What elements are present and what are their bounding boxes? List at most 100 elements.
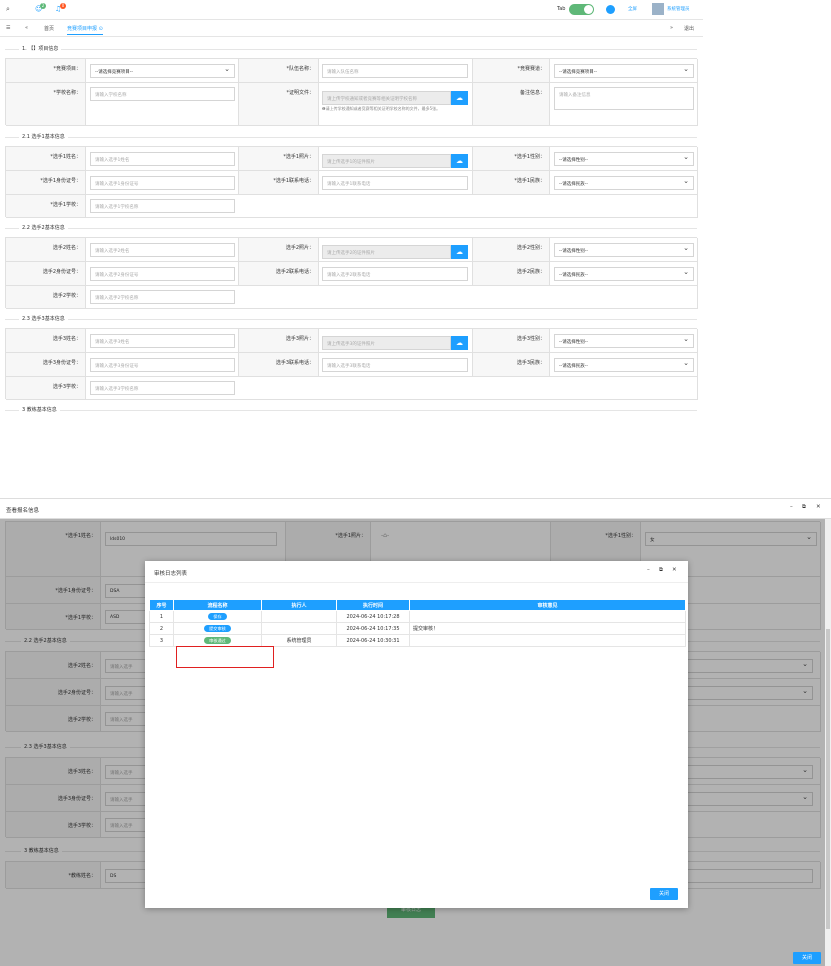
p2-photo-input[interactable]: 请上传选手2的证件照片 (322, 245, 451, 259)
section-title: 2.3 选手3基本信息 (19, 315, 68, 322)
upload-cloud-icon[interactable]: ☁ (451, 91, 468, 105)
proof-file-input[interactable]: 请上传学校通知或者竞赛等相关证明学校名称 (322, 91, 451, 105)
minimize-icon[interactable]: – (790, 504, 793, 510)
label-p2-gender: 选手2性别： (473, 238, 550, 262)
upload-cloud-icon[interactable]: ☁ (451, 154, 468, 168)
table-header-row: 序号 流程名称 执行人 执行时间 审核意见 (149, 599, 686, 611)
top-toolbar: ⌕ ☺ 2 ♫ 0 Tab 全屏 系统管理员 (0, 0, 703, 20)
fullscreen-link[interactable]: 全屏 (628, 6, 637, 12)
window-close-button[interactable]: 关闭 (793, 952, 821, 964)
cell-no: 2 (149, 622, 174, 635)
remark-textarea[interactable]: 请输入备注信息 (554, 87, 694, 110)
p3-gender-select[interactable]: --请选择性别-- (554, 334, 694, 348)
window-titlebar: 查看报名信息 – ⧉ ✕ (0, 499, 831, 519)
p3-school-input[interactable]: 请输入选手3学校名称 (90, 381, 235, 395)
search-icon[interactable]: ⌕ (6, 5, 10, 14)
p2-phone-input[interactable]: 请输入选手2联系电话 (322, 267, 468, 281)
competition-select[interactable]: --请选择竞赛项目-- (90, 64, 235, 78)
label-p1-gender: *选手1性别： (473, 147, 550, 171)
player2-grid: 选手2姓名： 请输入选手2姓名 选手2照片： 请上传选手2的证件照片 ☁ 选手2性… (5, 237, 698, 309)
tabs-bar: ☰ « 首页 竞赛项目申报 ⊙ » 退出 (0, 22, 703, 37)
label-p2-school: 选手2学校： (6, 286, 86, 309)
theme-dot-icon[interactable] (606, 5, 615, 14)
minimize-icon[interactable]: – (647, 567, 650, 573)
tab-current[interactable]: 竞赛项目申报 ⊙ (67, 25, 103, 35)
label-p2-photo: 选手2照片： (239, 238, 319, 262)
cell-user (261, 610, 337, 623)
cell-step: 审核通过 (173, 634, 262, 647)
p2-school-input[interactable]: 请输入选手2学校名称 (90, 290, 235, 304)
team-name-input[interactable]: 请输入队伍名称 (322, 64, 468, 78)
label-p2-id: 选手2身份证号： (6, 262, 86, 286)
cell-time: 2024-06-24 10:17:28 (336, 610, 410, 623)
label-p1-school: *选手1学校： (6, 195, 86, 218)
p2-gender-select[interactable]: --请选择性别-- (554, 243, 694, 257)
p1-nation-select[interactable]: --请选择民族-- (554, 176, 694, 190)
col-header-user[interactable]: 执行人 (261, 599, 337, 611)
audit-log-table: 序号 流程名称 执行人 执行时间 审核意见 1 保存 2024-06-24 10… (149, 599, 686, 647)
table-row[interactable]: 1 保存 2024-06-24 10:17:28 (149, 610, 686, 623)
msg-badge: 2 (40, 3, 46, 9)
section-coach: 3 教练基本信息 (5, 406, 697, 414)
col-header-opinion[interactable]: 审核意见 (409, 599, 686, 611)
notify-badge: 0 (60, 3, 66, 9)
p1-gender-select[interactable]: --请选择性别-- (554, 152, 694, 166)
section-title: 2.1 选手1基本信息 (19, 133, 68, 140)
status-badge: 保存 (208, 613, 227, 620)
menu-icon[interactable]: ☰ (6, 25, 10, 31)
close-icon[interactable]: ✕ (816, 504, 821, 510)
p2-nation-select[interactable]: --请选择民族-- (554, 267, 694, 281)
player1-grid: *选手1姓名： 请输入选手1姓名 *选手1照片： 请上传选手1的证件照片 ☁ *选… (5, 146, 698, 218)
col-header-no[interactable]: 序号 (149, 599, 174, 611)
table-row[interactable]: 2 提交审核 2024-06-24 10:17:35 提交审核！ (149, 622, 686, 635)
p1-school-input[interactable]: 请输入选手1学校名称 (90, 199, 235, 213)
p3-nation-select[interactable]: --请选择民族-- (554, 358, 694, 372)
scrollbar[interactable] (825, 519, 831, 966)
cell-opinion (409, 634, 686, 647)
p1-phone-input[interactable]: 请输入选手1联系电话 (322, 176, 468, 190)
toggle-knob (584, 5, 593, 14)
col-header-time[interactable]: 执行时间 (336, 599, 410, 611)
track-select[interactable]: --请选择竞赛项目-- (554, 64, 694, 78)
school-name-input[interactable]: 请输入学校名称 (90, 87, 235, 101)
section-player3: 2.3 选手3基本信息 (5, 315, 697, 323)
scrollbar-thumb[interactable] (826, 629, 830, 929)
window-title: 查看报名信息 (6, 508, 40, 514)
tabs-left-icon[interactable]: « (25, 25, 28, 31)
upload-cloud-icon[interactable]: ☁ (451, 336, 468, 350)
label-p2-nation: 选手2民族： (473, 262, 550, 286)
p1-name-input[interactable]: 请输入选手1姓名 (90, 152, 235, 166)
cell-user: 系统管理员 (261, 634, 337, 647)
close-icon[interactable]: ✕ (672, 567, 677, 573)
cell-time: 2024-06-24 10:30:31 (336, 634, 410, 647)
label-p3-nation: 选手3民族： (473, 353, 550, 377)
p1-photo-input[interactable]: 请上传选手1的证件照片 (322, 154, 451, 168)
tab-toggle-switch[interactable] (569, 4, 594, 15)
table-row[interactable]: 3 审核通过 系统管理员 2024-06-24 10:30:31 (149, 634, 686, 647)
cell-opinion (409, 610, 686, 623)
highlight-annotation-box (176, 646, 274, 668)
user-name[interactable]: 系统管理员 (667, 6, 690, 12)
p3-name-input[interactable]: 请输入选手3姓名 (90, 334, 235, 348)
p3-phone-input[interactable]: 请输入选手3联系电话 (322, 358, 468, 372)
section-player1: 2.1 选手1基本信息 (5, 133, 697, 141)
tabs-right-icon[interactable]: » (670, 25, 673, 31)
maximize-icon[interactable]: ⧉ (802, 504, 806, 511)
cell-no: 1 (149, 610, 174, 623)
exit-link[interactable]: 退出 (684, 25, 694, 32)
upload-cloud-icon[interactable]: ☁ (451, 245, 468, 259)
p2-name-input[interactable]: 请输入选手2姓名 (90, 243, 235, 257)
label-p3-name: 选手3姓名： (6, 329, 86, 353)
cell-opinion: 提交审核！ (409, 622, 686, 635)
dialog-close-button[interactable]: 关闭 (650, 888, 678, 900)
avatar[interactable] (652, 3, 664, 15)
label-team: *队伍名称： (239, 59, 319, 83)
tab-home[interactable]: 首页 (44, 25, 54, 32)
p2-id-input[interactable]: 请输入选手2身份证号 (90, 267, 235, 281)
p1-id-input[interactable]: 请输入选手1身份证号 (90, 176, 235, 190)
maximize-icon[interactable]: ⧉ (659, 567, 663, 574)
p3-id-input[interactable]: 请输入选手3身份证号 (90, 358, 235, 372)
section-title: 2.2 选手2基本信息 (19, 224, 68, 231)
col-header-step[interactable]: 流程名称 (173, 599, 262, 611)
p3-photo-input[interactable]: 请上传选手3的证件照片 (322, 336, 451, 350)
